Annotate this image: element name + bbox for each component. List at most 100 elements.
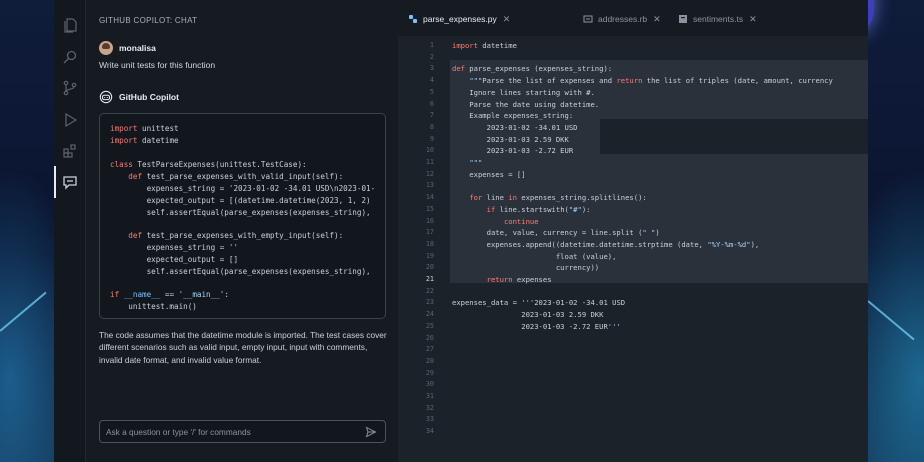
code-line: expenses.append((datetime.datetime.strpt…: [452, 239, 760, 249]
code-line: Parse the date using datetime.: [452, 99, 600, 109]
line-number: 8: [429, 122, 434, 131]
line-number: 18: [425, 239, 434, 248]
chat-input[interactable]: [106, 424, 356, 440]
line-number: 33: [425, 415, 434, 424]
line-number: 9: [429, 134, 434, 143]
line-number: 3: [429, 64, 434, 73]
code-line: expected_output = [(datetime.datetime(20…: [110, 196, 371, 205]
code-line: 2023-01-03 -2.72 EUR''': [452, 321, 621, 331]
line-number: 1: [429, 41, 434, 49]
chat-panel-title: GITHUB COPILOT: CHAT: [99, 16, 198, 25]
code-line: self.assertEqual(parse_expenses(expenses…: [110, 208, 371, 217]
copilot-icon: [99, 90, 113, 104]
code-line: import unittest: [110, 124, 179, 133]
line-number: 13: [425, 181, 434, 190]
tab-addresses[interactable]: addresses.rb ✕: [583, 10, 661, 28]
source-control-icon[interactable]: [62, 80, 78, 96]
tab-sentiments[interactable]: sentiments.ts ✕: [678, 10, 757, 28]
code-line: expected_output = []: [110, 255, 239, 264]
code-line: expenses_string = '2023-01-02 -34.01 USD…: [110, 184, 376, 193]
editor-content[interactable]: 1 2 3 4 5 6 7 8 9 10 11 12 13 14 15 16 1…: [398, 36, 868, 462]
activity-bar: [54, 0, 86, 462]
close-icon[interactable]: ✕: [653, 14, 661, 25]
line-number: 26: [425, 333, 434, 342]
code-line: import datetime: [452, 41, 517, 50]
code-line: unittest.main(): [110, 302, 197, 311]
python-file-icon: [408, 14, 418, 24]
user-avatar: [99, 41, 113, 55]
code-line: class TestParseExpenses(unittest.TestCas…: [110, 160, 307, 169]
tab-parse-expenses[interactable]: parse_expenses.py ✕: [408, 10, 510, 28]
line-number: 24: [425, 310, 434, 319]
code-line: if __name__ == '__main__':: [110, 290, 229, 299]
code-line: expenses = []: [452, 169, 526, 179]
copilot-message-header: GitHub Copilot: [99, 90, 179, 104]
code-line: continue: [503, 216, 539, 226]
light-beam-left: [0, 291, 47, 332]
search-icon[interactable]: [62, 49, 78, 65]
line-number: 4: [429, 76, 434, 85]
line-number: 32: [425, 403, 434, 412]
run-debug-icon[interactable]: [62, 112, 78, 128]
line-number: 7: [429, 111, 434, 120]
line-number: 31: [425, 392, 434, 400]
code-line: return expenses: [486, 275, 552, 284]
send-icon[interactable]: [365, 426, 377, 438]
line-number: 10: [425, 146, 434, 155]
light-beam-right: [867, 300, 915, 341]
code-line: def parse_expenses (expenses_string):: [452, 64, 613, 74]
line-number: 15: [425, 204, 434, 213]
current-line-number: 21: [425, 275, 434, 283]
active-indicator: [54, 166, 56, 198]
user-prompt: Write unit tests for this function: [99, 60, 216, 70]
suggested-code-block[interactable]: import unittest import datetime class Te…: [99, 113, 386, 319]
code-line: """Parse the list of expenses and return…: [469, 76, 833, 86]
code-line: 2023-01-02 -34.01 USD: [452, 122, 578, 132]
ruby-file-icon: [583, 14, 593, 24]
code-line: Ignore lines starting with #.: [452, 87, 595, 97]
code-line: """: [469, 158, 483, 167]
user-message-header: monalisa: [99, 41, 156, 55]
code-line: def test_parse_expenses_with_empty_input…: [128, 231, 344, 240]
line-number: 12: [425, 169, 434, 178]
code-line: import datetime: [110, 136, 179, 145]
line-number: 29: [425, 368, 434, 377]
tab-label: parse_expenses.py: [423, 14, 497, 24]
code-line: expenses_string = '': [110, 243, 239, 252]
code-line: def test_parse_expenses_with_valid_input…: [128, 172, 344, 181]
code-line: Example expenses_string:: [452, 111, 574, 121]
editor-window: GITHUB COPILOT: CHAT monalisa Write unit…: [54, 0, 868, 462]
code-line: 2023-01-03 -2.72 EUR: [452, 146, 574, 156]
line-number: 5: [429, 87, 434, 96]
copilot-explanation: The code assumes that the datetime modul…: [99, 330, 387, 365]
line-number: 11: [425, 158, 434, 166]
code-editor: parse_expenses.py ✕ addresses.rb ✕ senti…: [398, 0, 868, 462]
line-number: 14: [425, 193, 434, 202]
chat-panel: GITHUB COPILOT: CHAT monalisa Write unit…: [86, 0, 398, 462]
line-number: 20: [425, 263, 434, 272]
code-line: date, value, currency = line.split (" "): [452, 228, 660, 238]
line-number: 22: [425, 286, 434, 295]
line-number: 27: [425, 345, 434, 354]
tab-label: addresses.rb: [598, 14, 648, 24]
code-line: expenses_data = '''2023-01-02 -34.01 USD: [452, 298, 626, 308]
close-icon[interactable]: ✕: [749, 14, 757, 25]
code-line: for line in expenses_string.splitlines()…: [469, 193, 647, 203]
chat-input-box[interactable]: [99, 420, 386, 443]
code-line: currency)): [452, 263, 600, 273]
chat-icon[interactable]: [62, 174, 78, 190]
line-number: 34: [425, 427, 434, 436]
line-number: 6: [429, 99, 434, 108]
line-number: 19: [425, 251, 434, 260]
extensions-icon[interactable]: [62, 143, 78, 159]
files-icon[interactable]: [62, 17, 78, 33]
user-name: monalisa: [119, 43, 156, 53]
typescript-file-icon: [678, 14, 688, 24]
line-number: 23: [425, 298, 434, 307]
close-icon[interactable]: ✕: [503, 14, 511, 25]
tab-label: sentiments.ts: [693, 14, 744, 24]
line-number: 25: [425, 321, 434, 330]
code-line: 2023-01-03 2.59 DKK: [452, 310, 604, 320]
code-line: 2023-01-03 2.59 DKK: [452, 134, 569, 144]
editor-tab-bar: parse_expenses.py ✕ addresses.rb ✕ senti…: [398, 0, 868, 36]
